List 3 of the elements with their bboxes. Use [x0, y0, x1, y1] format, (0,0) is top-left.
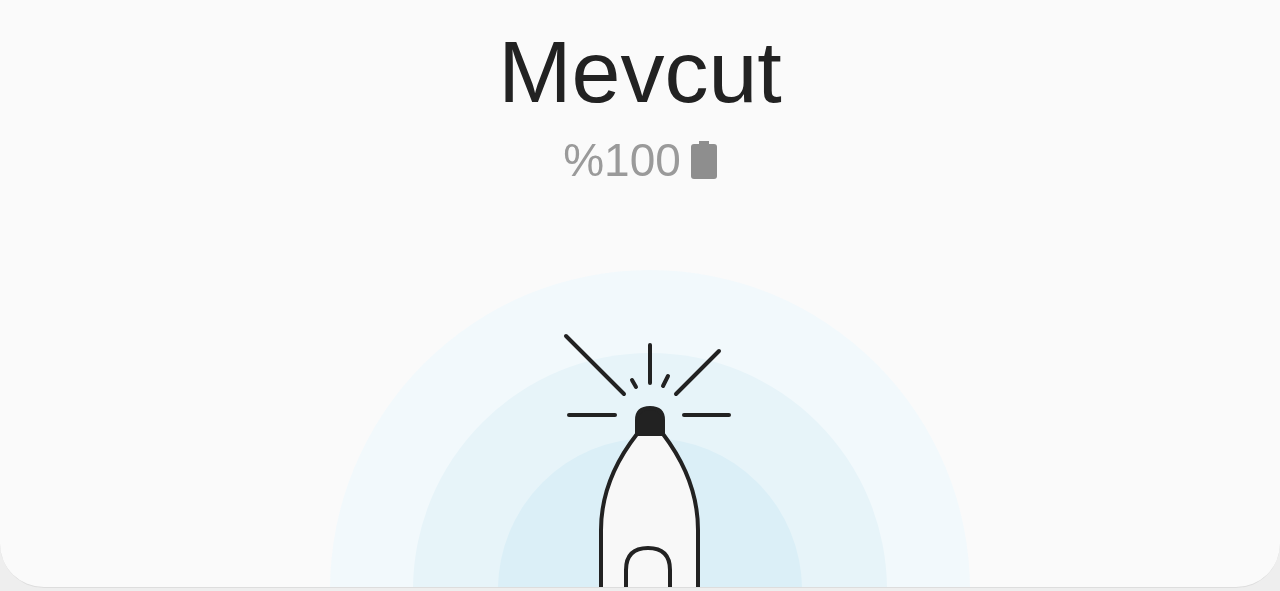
device-status-title: Mevcut: [498, 22, 782, 122]
battery-percentage: %100: [563, 134, 681, 186]
battery-icon: [690, 141, 717, 179]
